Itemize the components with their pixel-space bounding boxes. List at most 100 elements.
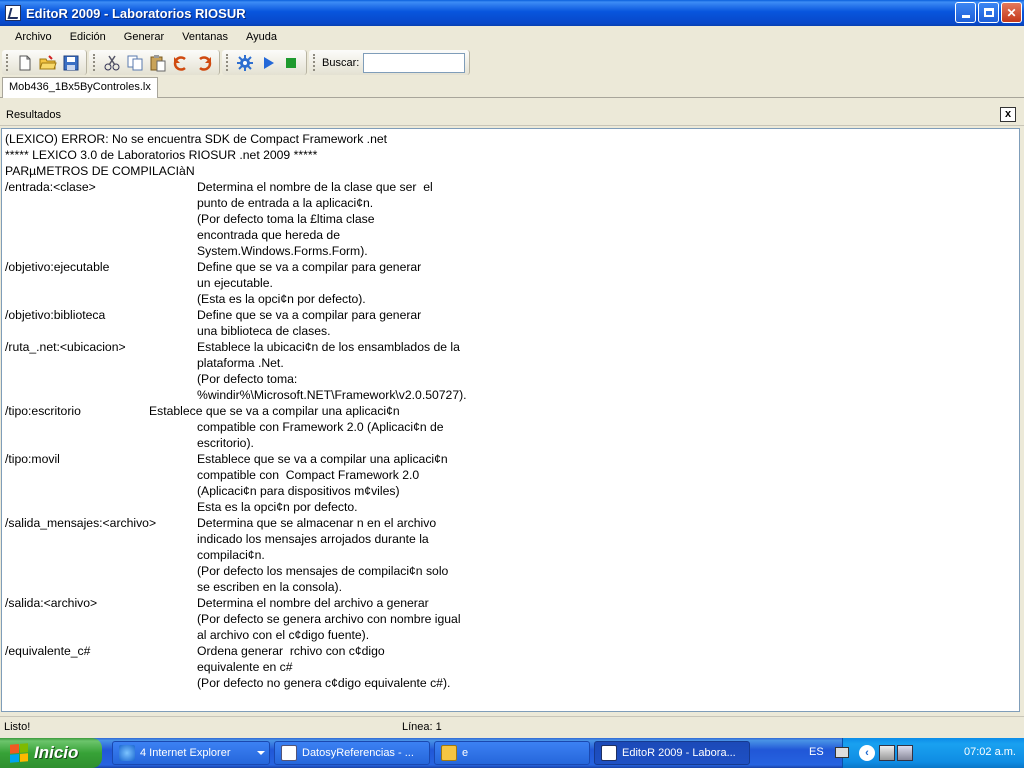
output-line: (Esta es la opci¢n por defecto).: [5, 291, 1019, 307]
cut-icon: [104, 55, 119, 70]
output-line: se escriben en la consola).: [5, 579, 1019, 595]
build-toolbar-group: [222, 50, 307, 75]
output-description: %windir%\Microsoft.NET\Framework\v2.0.50…: [197, 388, 467, 402]
menu-edicion[interactable]: Edición: [61, 29, 115, 45]
paste-icon: [150, 54, 165, 71]
taskbar-item-datosyreferencias[interactable]: DatosyReferencias - ...: [274, 741, 430, 765]
output-line: (Por defecto toma:: [5, 371, 1019, 387]
menu-ventanas[interactable]: Ventanas: [173, 29, 237, 45]
network-icon[interactable]: [879, 745, 895, 761]
taskbar-item-label: EditoR 2009 - Labora...: [622, 747, 736, 759]
document-icon: [281, 745, 297, 761]
output-line: /objetivo:biblioteca Define que se va a c…: [5, 307, 1019, 323]
output-line: plataforma .Net.: [5, 355, 1019, 371]
menu-bar: Archivo Edición Generar Ventanas Ayuda: [0, 26, 1024, 48]
toolbar-grip[interactable]: [6, 54, 9, 71]
redo-icon: [198, 55, 211, 71]
output-line: System.Windows.Forms.Form).: [5, 243, 1019, 259]
toolbar-grip[interactable]: [93, 54, 96, 71]
output-line: /objetivo:ejecutable Define que se va a c…: [5, 259, 1019, 275]
output-key: /equivalente_c#: [5, 644, 91, 658]
save-button[interactable]: [59, 51, 82, 74]
redo-button[interactable]: [192, 51, 215, 74]
output-line: /equivalente_c# Ordena generar rchivo con…: [5, 643, 1019, 659]
output-line: /tipo:movil Establece que se va a compila…: [5, 451, 1019, 467]
output-description: encontrada que hereda de: [197, 228, 340, 242]
minimize-icon: [961, 15, 970, 18]
open-button[interactable]: [36, 51, 59, 74]
results-close-button[interactable]: x: [1000, 107, 1016, 122]
output-description: (Por defecto toma:: [197, 372, 298, 386]
output-line: %windir%\Microsoft.NET\Framework\v2.0.50…: [5, 387, 1019, 403]
system-tray: ES ‹ 07:02 a.m.: [809, 738, 1024, 768]
title-bar[interactable]: EditoR 2009 - Laboratorios RIOSUR ✕: [0, 0, 1024, 26]
output-description: (Esta es la opci¢n por defecto).: [197, 292, 366, 306]
output-description: Establece que se va a compilar una aplic…: [197, 452, 448, 466]
file-toolbar-group: [2, 50, 87, 75]
window-title: EditoR 2009 - Laboratorios RIOSUR: [26, 5, 246, 21]
folder-icon: [441, 745, 457, 761]
search-input[interactable]: [363, 52, 466, 73]
taskbar-item-folder[interactable]: e: [434, 741, 590, 765]
keyboard-icon[interactable]: [835, 747, 849, 758]
toolbar-grip[interactable]: [313, 54, 316, 71]
output-description: al archivo con el c¢digo fuente).: [197, 628, 370, 642]
output-description: Determina que se almacenar n en el archi…: [197, 516, 437, 530]
tab-document[interactable]: Mob436_1Bx5ByControles.lx: [2, 77, 158, 98]
output-description: equivalente en c#: [197, 660, 293, 674]
output-description: punto de entrada a la aplicaci¢n.: [197, 196, 374, 210]
monitor-icon[interactable]: [897, 745, 913, 761]
menu-ayuda[interactable]: Ayuda: [237, 29, 286, 45]
menu-archivo[interactable]: Archivo: [6, 29, 61, 45]
paste-button[interactable]: [146, 51, 169, 74]
close-button[interactable]: ✕: [1001, 2, 1022, 23]
close-icon: ✕: [1006, 5, 1017, 20]
output-key: /tipo:movil: [5, 452, 60, 466]
output-description: Determina el nombre de la clase que ser …: [197, 180, 433, 194]
taskbar-item-editor[interactable]: EditoR 2009 - Labora...: [594, 741, 750, 765]
chevron-down-icon: [257, 751, 265, 755]
restore-button[interactable]: [978, 2, 999, 23]
save-icon: [63, 55, 78, 70]
output-line: (Por defecto los mensajes de compilaci¢n…: [5, 563, 1019, 579]
output-description: una biblioteca de clases.: [197, 324, 331, 338]
taskbar-item-label: 4 Internet Explorer: [140, 747, 231, 759]
run-button[interactable]: [256, 51, 279, 74]
output-description: Establece la ubicaci¢n de los ensamblado…: [197, 340, 460, 354]
copy-icon: [127, 55, 142, 70]
output-line: compatible con Framework 2.0 (Aplicaci¢n…: [5, 419, 1019, 435]
new-file-button[interactable]: [13, 51, 36, 74]
output-key: /entrada:<clase>: [5, 180, 96, 194]
toolbar-grip[interactable]: [226, 54, 229, 71]
menu-generar[interactable]: Generar: [115, 29, 173, 45]
toolbar: Buscar:: [0, 49, 1024, 76]
output-line: compilaci¢n.: [5, 547, 1019, 563]
output-line: /salida_mensajes:<archivo> Determina que …: [5, 515, 1019, 531]
results-output[interactable]: (LEXICO) ERROR: No se encuentra SDK de C…: [1, 128, 1020, 712]
minimize-button[interactable]: [955, 2, 976, 23]
compile-settings-button[interactable]: [233, 51, 256, 74]
start-label: Inicio: [34, 743, 79, 762]
close-icon: x: [1004, 108, 1012, 120]
copy-button[interactable]: [123, 51, 146, 74]
taskbar-item-internet-explorer[interactable]: 4 Internet Explorer: [112, 741, 270, 765]
clock: 07:02 a.m.: [964, 746, 1016, 758]
output-description: compatible con Compact Framework 2.0: [197, 468, 420, 482]
start-button[interactable]: Inicio: [0, 738, 102, 768]
output-line: punto de entrada a la aplicaci¢n.: [5, 195, 1019, 211]
cut-button[interactable]: [100, 51, 123, 74]
output-line: (Aplicaci¢n para dispositivos m¢viles): [5, 483, 1019, 499]
output-key: /tipo:escritorio: [5, 404, 81, 418]
output-key: /salida:<archivo>: [5, 596, 98, 610]
output-description: System.Windows.Forms.Form).: [197, 244, 368, 258]
internet-explorer-icon: [119, 745, 135, 761]
stop-button[interactable]: [279, 51, 302, 74]
undo-button[interactable]: [169, 51, 192, 74]
output-key: (LEXICO) ERROR: No se encuentra SDK de C…: [5, 132, 388, 146]
language-indicator[interactable]: ES: [809, 746, 824, 758]
output-line: indicado los mensajes arrojados durante …: [5, 531, 1019, 547]
output-line: /tipo:escritorio Establece que se va a co…: [5, 403, 1019, 419]
chevron-left-icon[interactable]: ‹: [859, 745, 875, 761]
document-tab-strip: Mob436_1Bx5ByControles.lx: [0, 76, 1024, 98]
output-key: /salida_mensajes:<archivo>: [5, 516, 157, 530]
